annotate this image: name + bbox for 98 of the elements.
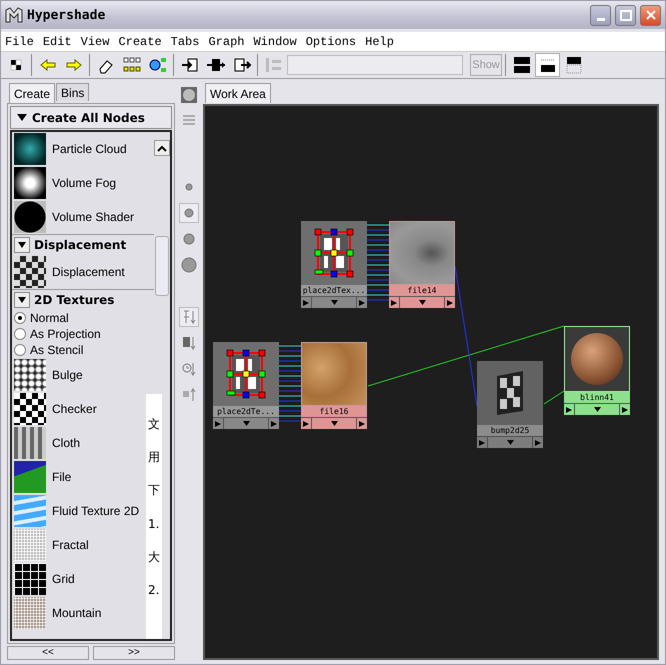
radio-button[interactable] bbox=[14, 344, 26, 356]
tab[interactable]: Create bbox=[9, 83, 56, 103]
connection-line bbox=[544, 390, 564, 404]
node-thumbnail[interactable] bbox=[14, 359, 46, 391]
node-thumbnail[interactable] bbox=[14, 495, 46, 527]
scroll-thumb[interactable] bbox=[155, 236, 169, 296]
node-label[interactable]: Cloth bbox=[52, 436, 80, 450]
node-thumbnail[interactable] bbox=[14, 597, 46, 629]
menu-item[interactable]: Help bbox=[365, 34, 394, 48]
tab[interactable]: Work Area bbox=[205, 83, 271, 103]
node-label[interactable]: Volume Fog bbox=[52, 176, 116, 190]
output-port-icon[interactable] bbox=[301, 297, 311, 308]
output-port-icon[interactable] bbox=[389, 297, 399, 308]
maximize-icon bbox=[620, 10, 632, 20]
output-port-icon[interactable] bbox=[445, 297, 455, 308]
close-button[interactable] bbox=[640, 4, 661, 26]
node-thumbnail[interactable] bbox=[14, 167, 46, 199]
placement-grid-icon bbox=[226, 349, 266, 399]
texture-swatch bbox=[302, 343, 366, 405]
window-title: Hypershade bbox=[27, 8, 106, 22]
node-label[interactable]: File bbox=[52, 470, 72, 484]
bump-tile-icon bbox=[495, 370, 525, 416]
menu-item[interactable]: Window bbox=[253, 34, 297, 48]
page-button[interactable]: >> bbox=[93, 646, 175, 660]
menu-item[interactable]: Graph bbox=[208, 34, 244, 48]
node-thumbnail[interactable] bbox=[14, 201, 46, 233]
radio-button[interactable] bbox=[14, 328, 26, 340]
node-label[interactable]: Fractal bbox=[52, 538, 89, 552]
node-label[interactable]: Grid bbox=[52, 572, 75, 586]
large-sphere-icon[interactable] bbox=[179, 255, 199, 275]
output-port-icon[interactable] bbox=[564, 404, 574, 415]
minimize-button[interactable] bbox=[590, 4, 611, 26]
section-header[interactable]: 2D Textures bbox=[12, 289, 154, 310]
radio-label: As Stencil bbox=[30, 343, 84, 357]
node-label[interactable]: Mountain bbox=[52, 606, 102, 620]
node-label: place2dTe... bbox=[213, 406, 279, 417]
collapse-triangle-icon bbox=[17, 114, 27, 122]
node-thumbnail[interactable] bbox=[14, 133, 46, 165]
expand-arrow-icon[interactable] bbox=[399, 297, 445, 308]
sort-az-icon[interactable] bbox=[179, 307, 199, 327]
node-label[interactable]: Displacement bbox=[52, 265, 125, 279]
node-label: file14 bbox=[389, 285, 455, 296]
page-button[interactable]: << bbox=[7, 646, 89, 660]
text-fragment: 1. bbox=[148, 518, 160, 531]
node-label[interactable]: Volume Shader bbox=[52, 210, 134, 224]
node-label[interactable]: Checker bbox=[52, 402, 97, 416]
text-fragment: 下 bbox=[148, 484, 160, 498]
radio-label: As Projection bbox=[30, 327, 101, 341]
node-label: blinn41 bbox=[564, 392, 630, 403]
section-title: Displacement bbox=[34, 238, 126, 252]
close-icon bbox=[646, 10, 656, 20]
placement-grid-icon bbox=[314, 228, 354, 278]
layout-bottom-icon[interactable] bbox=[535, 53, 560, 77]
output-port-icon[interactable] bbox=[620, 404, 630, 415]
menu-item[interactable]: View bbox=[80, 34, 110, 48]
section-title: 2D Textures bbox=[34, 293, 114, 307]
expand-arrow-icon[interactable] bbox=[223, 418, 269, 429]
minimize-icon bbox=[596, 18, 604, 20]
output-port-icon[interactable] bbox=[269, 418, 279, 429]
material-sphere bbox=[571, 333, 623, 385]
output-port-icon[interactable] bbox=[357, 418, 367, 429]
section-title: Create All Nodes bbox=[32, 110, 145, 124]
node-thumbnail[interactable] bbox=[14, 529, 46, 561]
sphere-icon[interactable] bbox=[179, 85, 199, 105]
node-label: file16 bbox=[301, 406, 367, 417]
texture-swatch bbox=[390, 222, 454, 284]
text-fragment: 大 bbox=[148, 550, 160, 564]
node-thumbnail[interactable] bbox=[14, 427, 46, 459]
menu-item[interactable]: Options bbox=[306, 34, 356, 48]
menu-item[interactable]: Edit bbox=[42, 34, 72, 48]
text-fragment: 用 bbox=[148, 451, 160, 464]
menu-item[interactable]: Tabs bbox=[170, 34, 200, 48]
expand-arrow-icon[interactable] bbox=[311, 418, 357, 429]
output-port-icon[interactable] bbox=[213, 418, 223, 429]
node-thumbnail[interactable] bbox=[14, 256, 46, 288]
section-header[interactable]: Displacement bbox=[12, 234, 154, 255]
expand-arrow-icon[interactable] bbox=[574, 404, 620, 415]
node-thumbnail[interactable] bbox=[14, 393, 46, 425]
maximize-button[interactable] bbox=[615, 4, 636, 26]
text-fragment: 2. bbox=[148, 584, 160, 598]
node-label[interactable]: Particle Cloud bbox=[52, 142, 127, 156]
section-header[interactable]: Create All Nodes bbox=[10, 106, 172, 129]
text-fragment: 文 bbox=[148, 418, 160, 432]
node-thumbnail[interactable] bbox=[14, 563, 46, 595]
radio-label: Normal bbox=[30, 311, 69, 325]
expand-arrow-icon[interactable] bbox=[311, 297, 357, 308]
node-thumbnail[interactable] bbox=[14, 461, 46, 493]
node-label: bump2d25 bbox=[477, 425, 543, 436]
node-label[interactable]: Bulge bbox=[52, 368, 83, 382]
app-logo-icon bbox=[5, 7, 23, 23]
node-label: place2dTex... bbox=[301, 285, 367, 296]
menu-item[interactable]: Create bbox=[118, 34, 162, 48]
tab[interactable]: Bins bbox=[56, 83, 90, 101]
radio-button[interactable] bbox=[14, 312, 26, 324]
output-port-icon[interactable] bbox=[357, 297, 367, 308]
output-port-icon[interactable] bbox=[301, 418, 311, 429]
menu-item[interactable]: File bbox=[5, 34, 34, 48]
node-label[interactable]: Fluid Texture 2D bbox=[52, 504, 140, 518]
